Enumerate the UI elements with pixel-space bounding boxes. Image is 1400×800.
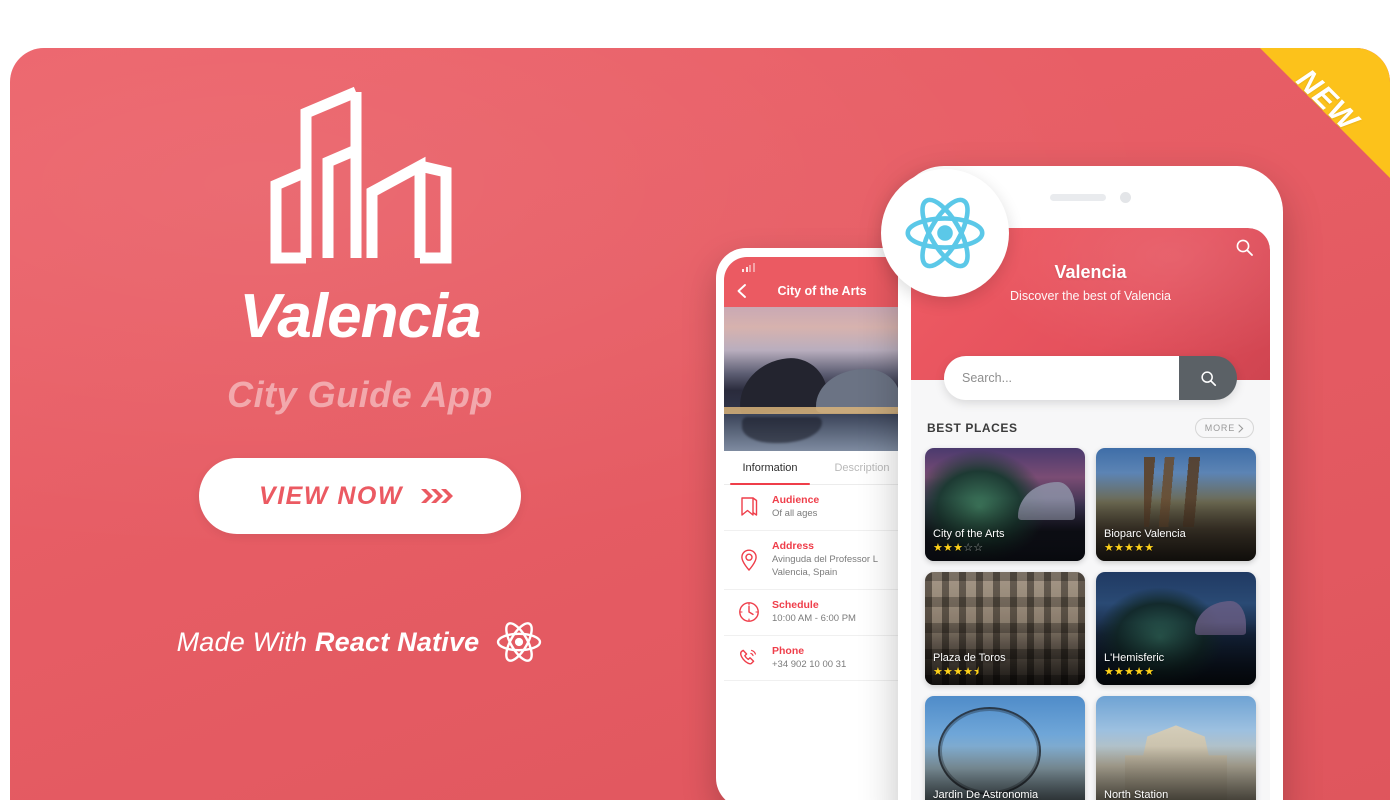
made-with-prefix: Made With <box>176 626 315 657</box>
page-subtitle: City Guide App <box>227 374 493 415</box>
view-now-label: VIEW NOW <box>259 481 403 510</box>
front-camera <box>1120 191 1131 203</box>
place-card[interactable]: Bioparc Valencia ★★★★★ <box>1096 448 1256 561</box>
info-row-address: Address Avinguda del Professor L Valenci… <box>724 531 908 590</box>
place-card[interactable]: Jardin De Astronomia <box>925 696 1085 800</box>
promo-banner: NEW Valencia City Guide App VIEW NOW Mad… <box>10 48 1390 800</box>
detail-info-list: Audience Of all ages Address Avinguda de… <box>724 485 908 682</box>
view-now-button[interactable]: VIEW NOW <box>199 458 521 534</box>
place-card[interactable]: Plaza de Toros ★★★★⯨ <box>925 572 1085 685</box>
info-label: Phone <box>772 644 805 657</box>
place-rating-stars: ★★★☆☆ <box>933 542 984 554</box>
info-row-schedule: Schedule 10:00 AM - 6:00 PM <box>724 590 908 636</box>
detail-screen: City of the Arts Information Description <box>724 257 908 800</box>
place-name: City of the Arts <box>933 527 1005 540</box>
made-with-brand: React Native <box>314 626 480 657</box>
react-logo-icon <box>497 622 542 662</box>
react-native-badge <box>881 169 1009 297</box>
section-title: BEST PLACES <box>927 421 1018 435</box>
hero-column: Valencia City Guide App VIEW NOW Made Wi… <box>10 48 710 800</box>
place-name: Jardin De Astronomia <box>933 788 1039 800</box>
made-with-text: Made With React Native <box>177 627 480 658</box>
info-value: +34 902 10 00 31 <box>772 658 847 670</box>
info-label: Address <box>772 539 815 552</box>
bookmark-icon <box>741 497 758 517</box>
status-bar <box>724 257 908 274</box>
place-card[interactable]: North Station <box>1096 696 1256 800</box>
map-pin-icon <box>741 549 757 571</box>
place-name: Plaza de Toros <box>933 651 1006 664</box>
new-badge-ribbon: NEW <box>1260 48 1390 178</box>
place-rating-stars: ★★★★⯨ <box>933 666 980 678</box>
react-logo-icon <box>905 197 985 269</box>
info-value-line2: Valencia, Spain <box>772 567 838 579</box>
home-screen: Valencia Discover the best of Valencia B… <box>911 228 1270 800</box>
info-value: Avinguda del Professor L <box>772 553 878 565</box>
info-value: Of all ages <box>772 508 818 520</box>
place-card[interactable]: City of the Arts ★★★☆☆ <box>925 448 1085 561</box>
detail-hero-image <box>724 307 908 451</box>
search-icon <box>1200 370 1216 386</box>
chevron-left-icon[interactable] <box>734 283 750 299</box>
tab-description[interactable]: Description <box>816 451 908 484</box>
place-name: L'Hemisferic <box>1104 651 1165 664</box>
search-submit-button[interactable] <box>1179 356 1237 400</box>
more-button[interactable]: MORE <box>1194 418 1254 438</box>
place-name: North Station <box>1104 788 1169 800</box>
search-bar <box>944 356 1237 400</box>
place-card[interactable]: L'Hemisferic ★★★★★ <box>1096 572 1256 685</box>
page-title: Valencia <box>239 282 481 351</box>
phone-mockup-detail: City of the Arts Information Description <box>716 248 916 800</box>
info-label: Audience <box>772 494 820 506</box>
home-body: BEST PLACES MORE City of the Arts ★★★☆☆ … <box>911 380 1270 800</box>
info-row-phone: Phone +34 902 10 00 31 <box>724 636 908 682</box>
signal-bars-icon <box>742 263 755 272</box>
made-with-react-native: Made With React Native <box>177 620 544 664</box>
tab-information[interactable]: Information <box>724 451 816 485</box>
best-places-header: BEST PLACES MORE <box>925 418 1256 448</box>
clock-icon <box>739 602 759 623</box>
info-value: 10:00 AM - 6:00 PM <box>772 612 856 624</box>
city-buildings-icon <box>270 86 452 264</box>
phone-ringing-icon <box>740 649 756 665</box>
place-rating-stars: ★★★★★ <box>1104 666 1155 678</box>
place-rating-stars: ★★★★★ <box>1104 542 1155 554</box>
search-input[interactable] <box>944 356 1179 400</box>
more-label: MORE <box>1204 423 1235 433</box>
info-row-audience: Audience Of all ages <box>724 485 908 531</box>
triple-chevron-right-icon <box>420 486 461 506</box>
detail-tabs: Information Description <box>724 451 908 485</box>
search-icon[interactable] <box>1235 238 1254 257</box>
info-label: Schedule <box>772 598 819 611</box>
chevron-right-icon <box>1238 423 1244 433</box>
detail-nav-title: City of the Arts <box>777 283 867 298</box>
best-places-grid: City of the Arts ★★★☆☆ Bioparc Valencia … <box>925 448 1256 800</box>
speaker-grille <box>1050 193 1106 201</box>
place-name: Bioparc Valencia <box>1104 527 1186 540</box>
detail-navbar: City of the Arts <box>724 274 908 307</box>
